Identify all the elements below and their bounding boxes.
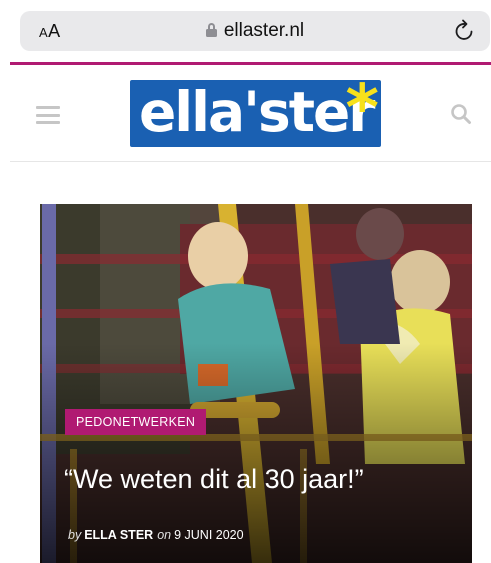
category-tag[interactable]: PEDONETWERKEN xyxy=(65,409,207,435)
accent-bar xyxy=(10,62,491,65)
browser-address-bar[interactable]: AA ellaster.nl xyxy=(20,11,490,51)
url-text: ellaster.nl xyxy=(223,20,305,41)
lock-icon xyxy=(205,23,217,37)
logo-star-icon: * xyxy=(345,80,379,146)
header-divider xyxy=(10,161,491,162)
on-label: on xyxy=(157,528,172,542)
hamburger-menu-icon[interactable] xyxy=(36,106,60,124)
site-logo[interactable]: ella'ster * xyxy=(130,80,381,147)
article-title[interactable]: “We weten dit al 30 jaar!” xyxy=(64,462,459,496)
author-link[interactable]: ELLA STER xyxy=(84,528,153,542)
logo-text: ella'ster xyxy=(139,80,375,144)
featured-article-card[interactable]: PEDONETWERKEN “We weten dit al 30 jaar!”… xyxy=(40,204,472,563)
by-label: by xyxy=(68,528,82,542)
url-display[interactable]: ellaster.nl xyxy=(20,20,490,42)
publish-date: 9 JUNI 2020 xyxy=(174,528,244,542)
reload-icon[interactable] xyxy=(454,18,476,42)
search-icon[interactable] xyxy=(450,103,472,125)
article-meta: by ELLA STER on 9 JUNI 2020 xyxy=(68,528,244,542)
